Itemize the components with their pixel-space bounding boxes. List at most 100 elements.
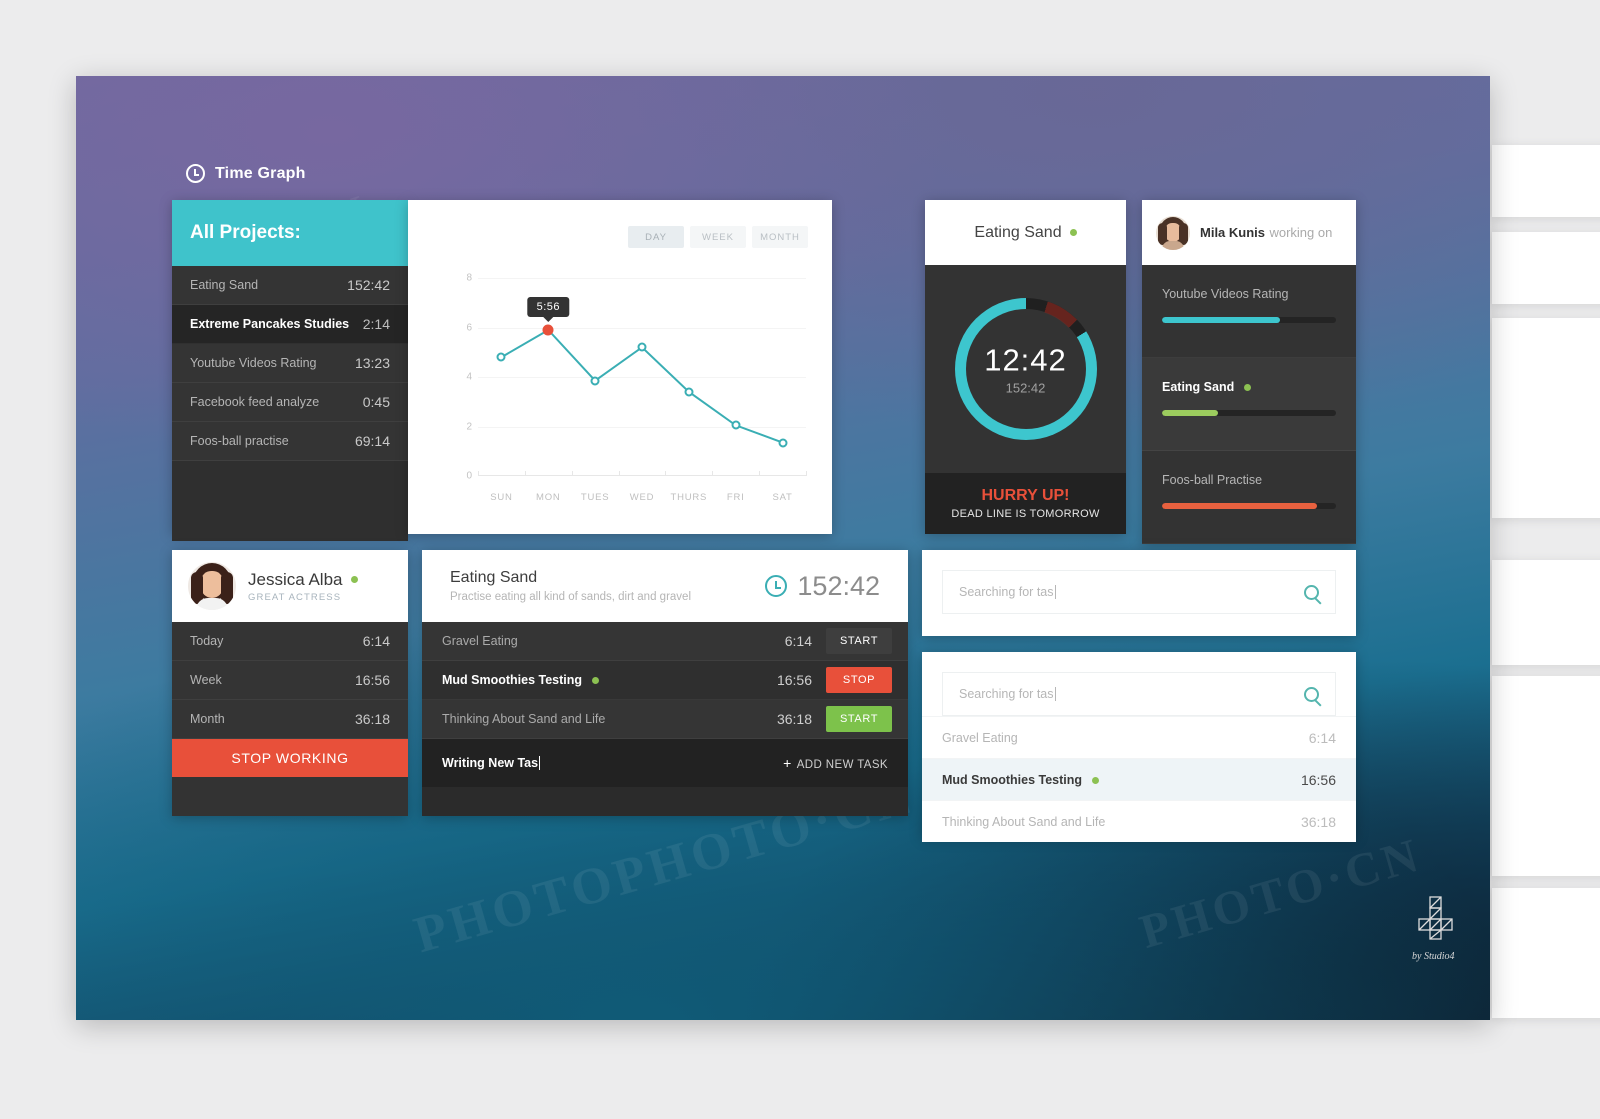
search-result-row[interactable]: Gravel Eating 6:14 xyxy=(922,716,1356,758)
time-graph-panel: DAY WEEK MONTH 0 2 4 6 8 SUN MON TUES WED THURS FR… xyxy=(408,200,832,534)
x-axis-tick-label: SAT xyxy=(772,492,793,503)
project-name: Eating Sand xyxy=(190,278,259,292)
stat-label: Month xyxy=(190,712,225,726)
x-axis-tick-label: WED xyxy=(629,492,655,503)
chart-data-point[interactable] xyxy=(778,438,788,448)
progress-bar xyxy=(1162,410,1336,416)
stat-row: Month 36:18 xyxy=(172,700,408,739)
project-row[interactable]: Youtube Videos Rating 13:23 xyxy=(172,344,408,383)
range-button-day[interactable]: DAY xyxy=(628,226,684,248)
search-input[interactable]: Searching for tas xyxy=(959,687,1056,701)
user-name: Mila Kunis xyxy=(1200,224,1266,240)
background-card xyxy=(1492,676,1600,876)
status-dot-icon xyxy=(1243,384,1251,391)
working-on-panel: Mila Kunis working on Youtube Videos Rat… xyxy=(1142,200,1356,544)
timer-header: Eating Sand xyxy=(925,200,1126,265)
avatar xyxy=(188,562,236,610)
working-on-item[interactable]: Eating Sand xyxy=(1142,358,1356,451)
status-dot-icon xyxy=(1091,776,1099,784)
project-name: Youtube Videos Rating xyxy=(190,356,317,370)
task-start-button[interactable]: START xyxy=(826,628,892,654)
progress-bar xyxy=(1162,503,1336,509)
x-axis-tick-label: FRI xyxy=(726,492,745,503)
deadline-subtitle: DEAD LINE IS TOMORROW xyxy=(951,508,1100,520)
all-projects-filler xyxy=(172,461,408,541)
project-row[interactable]: Eating Sand 152:42 xyxy=(172,266,408,305)
range-button-month[interactable]: MONTH xyxy=(752,226,808,248)
project-row[interactable]: Facebook feed analyze 0:45 xyxy=(172,383,408,422)
task-row[interactable]: Gravel Eating 6:14 START xyxy=(422,622,908,661)
range-button-week[interactable]: WEEK xyxy=(690,226,746,248)
working-on-item[interactable]: Foos-ball Practise xyxy=(1142,451,1356,544)
range-selector: DAY WEEK MONTH xyxy=(628,226,808,248)
profile-panel: Jessica Alba GREAT ACTRESS Today 6:14 We… xyxy=(172,550,408,816)
background-card xyxy=(1492,318,1600,518)
add-new-task-button[interactable]: + ADD NEW TASK xyxy=(783,755,888,771)
stop-working-button[interactable]: STOP WORKING xyxy=(172,739,408,777)
status-dot-icon xyxy=(1069,229,1077,236)
project-name: Facebook feed analyze xyxy=(190,395,320,409)
task-panel: Eating Sand Practise eating all kind of … xyxy=(422,550,908,816)
deadline-alert: HURRY UP! DEAD LINE IS TOMORROW xyxy=(925,473,1126,534)
x-axis-tick-label: SUN xyxy=(490,492,513,503)
working-on-item-label: Foos-ball Practise xyxy=(1162,473,1263,487)
logo-credit: by Studio4 xyxy=(1412,951,1455,962)
status-dot-icon xyxy=(350,576,358,583)
search-results-panel: Searching for tas Gravel Eating 6:14 Mud… xyxy=(922,652,1356,842)
result-name: Mud Smoothies Testing xyxy=(942,773,1099,787)
search-input[interactable]: Searching for tas xyxy=(959,585,1056,599)
result-time: 16:56 xyxy=(1300,771,1336,788)
all-projects-panel: All Projects: Eating Sand 152:42 Extreme… xyxy=(172,200,408,541)
chart-data-point[interactable] xyxy=(496,352,506,362)
search-box[interactable]: Searching for tas xyxy=(942,570,1336,614)
project-time: 2:14 xyxy=(362,316,390,332)
result-name: Thinking About Sand and Life xyxy=(942,814,1106,829)
chart-data-point[interactable] xyxy=(542,324,554,336)
task-start-button[interactable]: START xyxy=(826,706,892,732)
studio4-logo-icon xyxy=(1418,896,1453,940)
result-time: 36:18 xyxy=(1300,813,1336,830)
progress-bar xyxy=(1162,317,1336,323)
task-panel-title: Eating Sand xyxy=(450,569,538,586)
chart-data-point[interactable] xyxy=(637,342,647,352)
project-row[interactable]: Extreme Pancakes Studies 2:14 xyxy=(172,305,408,344)
task-name: Gravel Eating xyxy=(442,634,518,648)
search-result-row[interactable]: Thinking About Sand and Life 36:18 xyxy=(922,800,1356,842)
working-on-item[interactable]: Youtube Videos Rating xyxy=(1142,265,1356,358)
new-task-input[interactable]: Writing New Tas xyxy=(442,756,541,770)
profile-header: Jessica Alba GREAT ACTRESS xyxy=(172,550,408,622)
project-time: 69:14 xyxy=(354,433,390,449)
chart-data-point[interactable] xyxy=(684,387,694,397)
chart-data-point[interactable] xyxy=(590,376,600,386)
working-on-item-label: Eating Sand xyxy=(1162,380,1336,394)
project-time: 13:23 xyxy=(354,355,390,371)
project-row[interactable]: Foos-ball practise 69:14 xyxy=(172,422,408,461)
working-on-item-label: Youtube Videos Rating xyxy=(1162,287,1289,301)
line-chart: 0 2 4 6 8 SUN MON TUES WED THURS FRI SAT 5:56 xyxy=(458,273,807,503)
result-time: 6:14 xyxy=(1308,729,1336,746)
timer-readout: 12:42 152:42 xyxy=(925,343,1126,396)
search-icon[interactable] xyxy=(1304,686,1319,702)
x-axis-tick xyxy=(806,471,807,476)
search-icon[interactable] xyxy=(1304,584,1319,600)
result-name: Gravel Eating xyxy=(942,730,1018,745)
task-name: Thinking About Sand and Life xyxy=(442,712,606,726)
x-axis-tick-label: THURS xyxy=(670,492,708,503)
dashboard-stage: ·CN PHOTOPHOTO·CN PHOTO·CN Time Graph Al… xyxy=(76,76,1490,1020)
stat-row: Week 16:56 xyxy=(172,661,408,700)
search-result-row[interactable]: Mud Smoothies Testing 16:56 xyxy=(922,758,1356,800)
task-row[interactable]: Mud Smoothies Testing 16:56 STOP xyxy=(422,661,908,700)
page-header: Time Graph xyxy=(186,164,306,183)
search-box[interactable]: Searching for tas xyxy=(942,672,1336,716)
all-projects-header: All Projects: xyxy=(172,200,408,266)
task-row[interactable]: Thinking About Sand and Life 36:18 START xyxy=(422,700,908,739)
task-stop-button[interactable]: STOP xyxy=(826,667,892,693)
project-name: Foos-ball practise xyxy=(190,434,289,448)
timer-ring-wrap: 12:42 152:42 xyxy=(925,265,1126,473)
stat-label: Week xyxy=(190,673,222,687)
new-task-row[interactable]: Writing New Tas + ADD NEW TASK xyxy=(422,739,908,787)
page-title: Time Graph xyxy=(215,164,306,182)
all-projects-title: All Projects: xyxy=(190,222,301,243)
stat-value: 36:18 xyxy=(354,711,390,727)
chart-data-point[interactable] xyxy=(731,420,741,430)
